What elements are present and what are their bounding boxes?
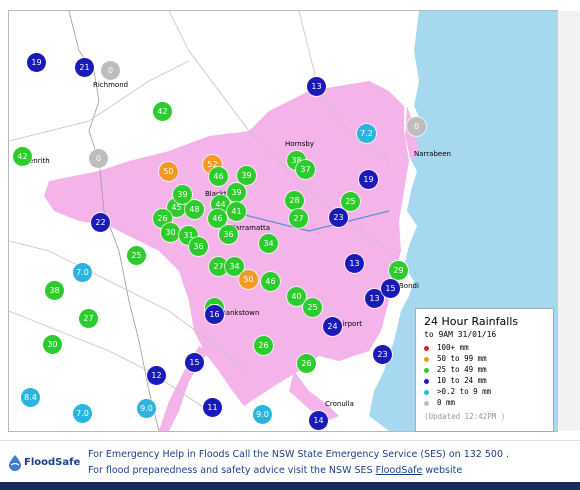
legend-label: 50 to 99 mm	[437, 354, 487, 363]
floodsafe-logo[interactable]: FloodSafe	[8, 451, 81, 475]
rainfall-station-marker[interactable]: 13	[345, 254, 364, 273]
legend-title: 24 Hour Rainfalls	[424, 315, 519, 328]
legend-row: 50 to 99 mm	[416, 353, 553, 364]
legend-row: >0.2 to 9 mm	[416, 386, 553, 397]
rainfall-station-marker[interactable]: 25	[341, 192, 360, 211]
rainfall-station-marker[interactable]: 15	[185, 353, 204, 372]
rainfall-station-marker[interactable]: 38	[45, 281, 64, 300]
rainfall-station-marker[interactable]: 26	[254, 336, 273, 355]
rainfall-station-marker[interactable]: 19	[27, 53, 46, 72]
legend-label: >0.2 to 9 mm	[437, 387, 492, 396]
legend-rows: 100+ mm 50 to 99 mm 25 to 49 mm 10 to 24…	[416, 342, 553, 408]
rainfall-station-marker[interactable]: 42	[153, 102, 172, 121]
legend-row: 10 to 24 mm	[416, 375, 553, 386]
footer-line-2-suffix: website	[422, 465, 463, 476]
legend-label: 0 mm	[437, 398, 456, 407]
rainfall-station-marker[interactable]: 34	[259, 234, 278, 253]
drop-icon	[9, 455, 21, 471]
rainfall-legend: 24 Hour Rainfalls to 9AM 31/01/16 100+ m…	[415, 308, 554, 432]
rainfall-station-marker[interactable]: 23	[329, 208, 348, 227]
rainfall-station-marker[interactable]: 21	[75, 58, 94, 77]
town-cronulla: Cronulla	[325, 400, 354, 408]
legend-updated: (Updated 12:42PM )	[424, 412, 506, 421]
legend-label: 10 to 24 mm	[437, 376, 487, 385]
town-bankstown: Bankstown	[221, 309, 260, 317]
rainfall-station-marker[interactable]: 12	[147, 366, 166, 385]
legend-date: to 9AM 31/01/16	[424, 330, 497, 339]
rainfall-station-marker[interactable]: 46	[209, 167, 228, 186]
rainfall-station-marker[interactable]: 50	[159, 162, 178, 181]
footer-line-2-text: For flood preparedness and safety advice…	[88, 465, 376, 476]
dot-icon	[424, 367, 429, 373]
dot-icon	[424, 378, 429, 384]
town-narrabeen: Narrabeen	[414, 150, 451, 158]
legend-row: 25 to 49 mm	[416, 364, 553, 375]
rainfall-station-marker[interactable]: 30	[161, 223, 180, 242]
rainfall-station-marker[interactable]: 25	[303, 298, 322, 317]
rainfall-station-marker[interactable]: 30	[43, 335, 62, 354]
rainfall-station-marker[interactable]: 14	[309, 411, 328, 430]
rainfall-station-marker[interactable]: 0	[101, 61, 120, 80]
rainfall-station-marker[interactable]: 46	[261, 272, 280, 291]
rainfall-station-marker[interactable]: 8.4	[21, 388, 40, 407]
footer-line-1: For Emergency Help in Floods Call the NS…	[88, 449, 510, 460]
rainfall-station-marker[interactable]: 7.0	[73, 263, 92, 282]
rainfall-station-marker[interactable]: 36	[219, 225, 238, 244]
rainfall-station-marker[interactable]: 27	[289, 209, 308, 228]
footer: FloodSafe For Emergency Help in Floods C…	[0, 440, 580, 483]
footer-line-2: For flood preparedness and safety advice…	[88, 465, 462, 476]
legend-label: 100+ mm	[437, 343, 469, 352]
rainfall-station-marker[interactable]: 39	[227, 183, 246, 202]
legend-label: 25 to 49 mm	[437, 365, 487, 374]
rainfall-station-marker[interactable]: 26	[297, 354, 316, 373]
rainfall-station-marker[interactable]: 0	[89, 149, 108, 168]
legend-row: 100+ mm	[416, 342, 553, 353]
rainfall-station-marker[interactable]: 29	[389, 261, 408, 280]
rainfall-station-marker[interactable]: 13	[307, 77, 326, 96]
rainfall-station-marker[interactable]: 7.2	[357, 124, 376, 143]
rainfall-station-marker[interactable]: 28	[285, 191, 304, 210]
rainfall-station-marker[interactable]: 41	[227, 202, 246, 221]
legend-row: 0 mm	[416, 397, 553, 408]
floodsafe-link[interactable]: FloodSafe	[376, 465, 423, 476]
scrollbar[interactable]	[557, 11, 580, 431]
rainfall-station-marker[interactable]: 16	[205, 305, 224, 324]
rainfall-station-marker[interactable]: 50	[239, 270, 258, 289]
town-hornsby: Hornsby	[285, 140, 314, 148]
dot-icon	[424, 356, 429, 362]
rainfall-station-marker[interactable]: 42	[13, 147, 32, 166]
rainfall-station-marker[interactable]: 24	[323, 317, 342, 336]
rainfall-station-marker[interactable]: 39	[237, 166, 256, 185]
rainfall-station-marker[interactable]: 15	[381, 279, 400, 298]
rainfall-station-marker[interactable]: 27	[79, 309, 98, 328]
rainfall-station-marker[interactable]: 23	[373, 345, 392, 364]
rainfall-station-marker[interactable]: 39	[173, 185, 192, 204]
rainfall-station-marker[interactable]: 0	[407, 117, 426, 136]
rainfall-station-marker[interactable]: 22	[91, 213, 110, 232]
taskbar	[0, 482, 580, 490]
rainfall-station-marker[interactable]: 25	[127, 246, 146, 265]
rainfall-station-marker[interactable]: 19	[359, 170, 378, 189]
rainfall-station-marker[interactable]: 7.0	[73, 404, 92, 423]
town-richmond: Richmond	[93, 81, 129, 89]
rainfall-station-marker[interactable]: 37	[296, 160, 315, 179]
dot-icon	[424, 389, 429, 395]
rainfall-station-marker[interactable]: 9.0	[253, 405, 272, 424]
dot-icon	[424, 400, 429, 406]
rainfall-station-marker[interactable]: 9.0	[137, 399, 156, 418]
dot-icon	[424, 345, 429, 351]
rainfall-station-marker[interactable]: 48	[185, 200, 204, 219]
rainfall-station-marker[interactable]: 36	[189, 237, 208, 256]
logo-text: FloodSafe	[24, 457, 81, 468]
rainfall-station-marker[interactable]: 11	[203, 398, 222, 417]
town-bondi: Bondi	[399, 282, 419, 290]
